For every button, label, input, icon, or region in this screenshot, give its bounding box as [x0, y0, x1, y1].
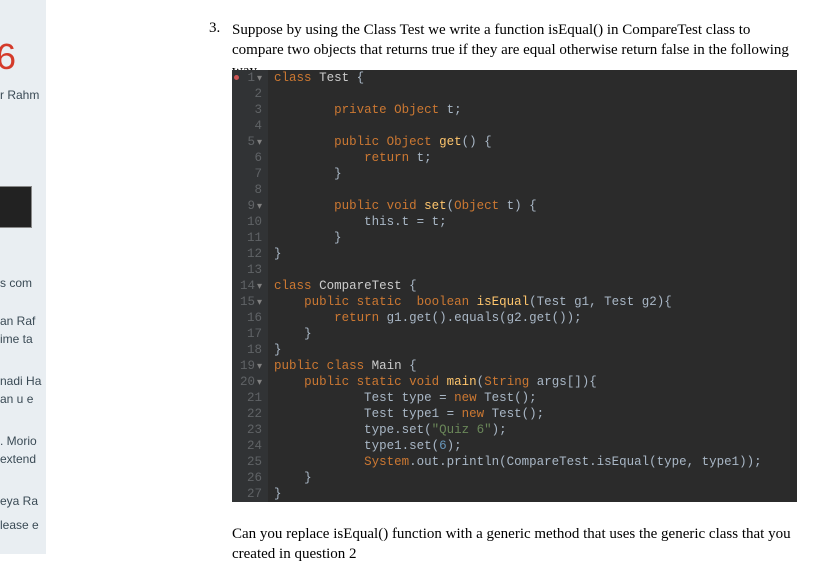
- document-content: 3. Suppose by using the Class Test we wr…: [46, 0, 823, 554]
- code-screenshot: 1▾ 2 3 4 5▾ 6 7 8 9▾ 10 11 12 13 14▾ 15▾…: [232, 70, 797, 502]
- sidebar-text: s com: [0, 276, 46, 290]
- question-followup: Can you replace isEqual() function with …: [232, 524, 792, 565]
- sidebar-text: . Morio: [0, 434, 46, 448]
- sidebar-text: eya Ra: [0, 494, 46, 508]
- sidebar-text: lease e: [0, 518, 46, 532]
- line-gutter: 1▾ 2 3 4 5▾ 6 7 8 9▾ 10 11 12 13 14▾ 15▾…: [232, 70, 268, 502]
- code-content: class Test { private Object t; public Ob…: [268, 70, 762, 502]
- sidebar-text: ime ta: [0, 332, 46, 346]
- sidebar-text: r Rahm: [0, 88, 46, 102]
- sidebar-text: nadi Ha: [0, 374, 46, 388]
- left-sidebar: 6 r Rahm s com an Raf ime ta nadi Ha an …: [0, 0, 46, 554]
- sidebar-number: 6: [0, 36, 16, 78]
- sidebar-thumbnail: [0, 186, 32, 228]
- question-number: 3.: [209, 20, 220, 37]
- sidebar-text: an Raf: [0, 314, 46, 328]
- sidebar-text: an u e: [0, 392, 46, 406]
- sidebar-text: extend: [0, 452, 46, 466]
